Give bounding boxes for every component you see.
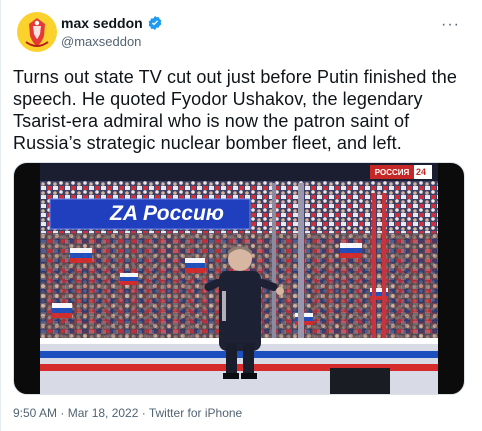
author-handle[interactable]: @maxseddon: [61, 34, 163, 49]
banner-text: ZA Россию: [110, 202, 224, 225]
channel-logo-text: РОССИЯ: [374, 167, 410, 177]
channel-logo: РОССИЯ 24: [372, 166, 430, 178]
tweet-card: max seddon @maxseddon ··· Turns out stat…: [0, 0, 482, 431]
verified-badge-icon: [148, 16, 162, 30]
channel-logo-number: 24: [415, 167, 426, 177]
more-options-icon[interactable]: ···: [441, 16, 460, 34]
video-frame[interactable]: ZA Россию РОССИЯ 24: [40, 163, 438, 394]
author-block: max seddon @maxseddon: [61, 15, 163, 49]
tweet-media[interactable]: ZA Россию РОССИЯ 24: [13, 162, 465, 395]
tweet-timestamp[interactable]: 9:50 AM · Mar 18, 2022 · Twitter for iPh…: [13, 406, 242, 420]
author-name[interactable]: max seddon: [61, 15, 143, 31]
avatar[interactable]: [17, 12, 57, 52]
avatar-crest-icon: [17, 12, 57, 52]
tweet-header: max seddon @maxseddon ···: [17, 12, 470, 60]
rally-scene-image: [40, 163, 438, 394]
tweet-text: Turns out state TV cut out just before P…: [13, 67, 457, 153]
